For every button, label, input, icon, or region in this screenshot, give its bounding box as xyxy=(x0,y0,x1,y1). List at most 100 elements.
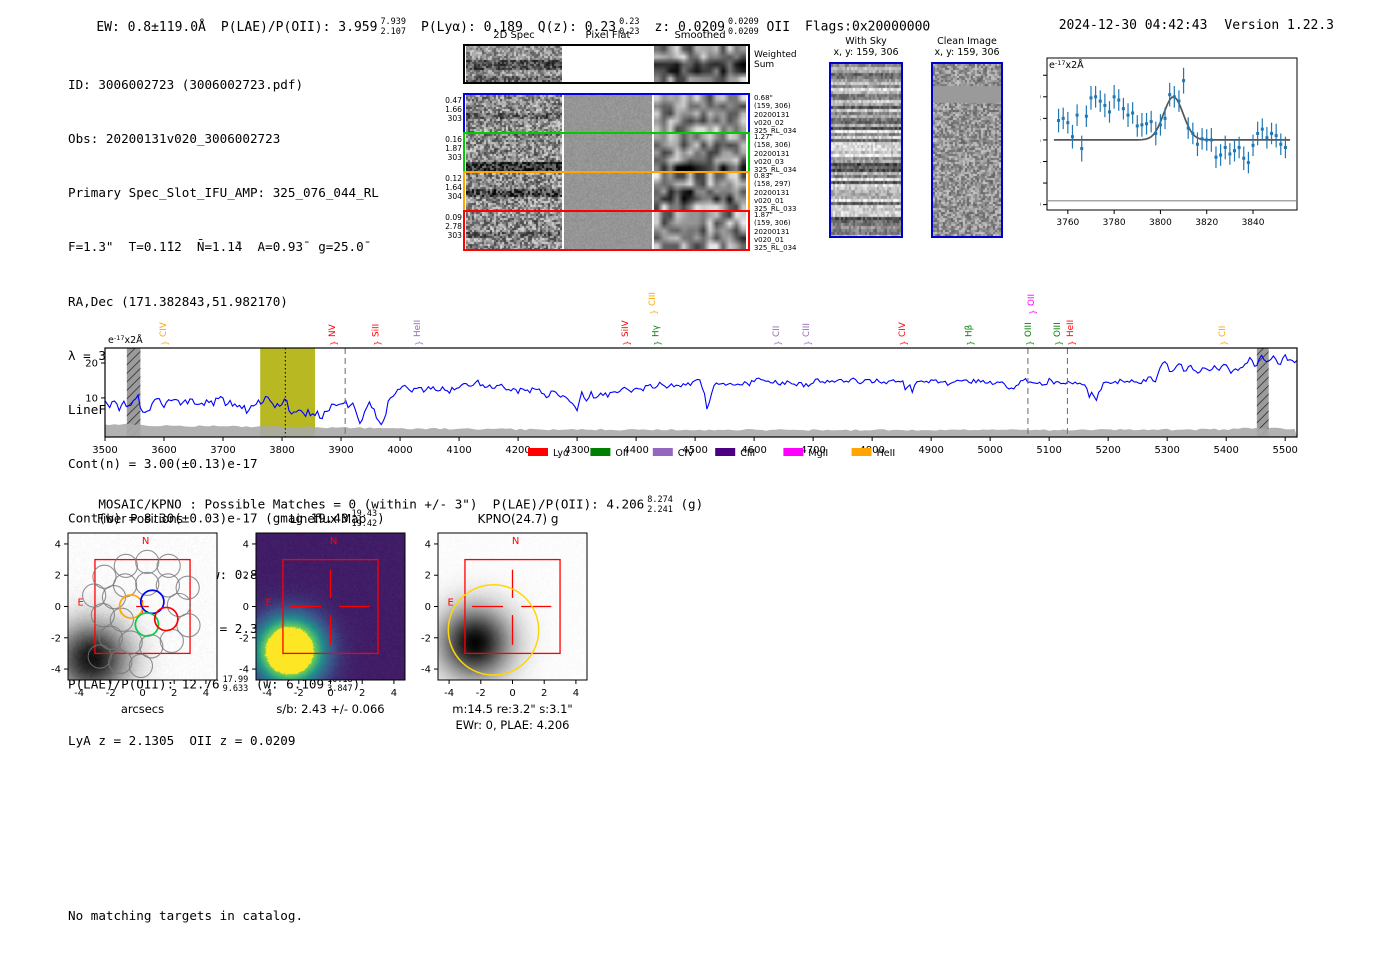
emission-line-label: CII xyxy=(1218,326,1228,337)
inset-data-point xyxy=(1112,95,1116,99)
inset-data-point xyxy=(1242,156,1246,160)
inset-y-tick-label: 12 xyxy=(1040,71,1041,81)
emission-line-brace: { xyxy=(654,340,663,345)
sky-hatch-band-lines xyxy=(126,348,141,437)
cutout-y-tick-label: 2 xyxy=(243,571,249,582)
inset-data-point xyxy=(1145,122,1149,126)
cutout-xlabel: s/b: 2.43 +/- 0.066 xyxy=(276,702,384,716)
emission-line-brace: { xyxy=(804,340,813,345)
cutout-y-tick-label: 2 xyxy=(55,571,61,582)
emission-line-brace: { xyxy=(1026,340,1035,345)
cutout-y-tick-label: 4 xyxy=(55,539,61,550)
plae-uncertainty: 7.939 2.107 xyxy=(380,17,407,37)
inset-data-point xyxy=(1182,79,1186,83)
emission-line-label: CII xyxy=(772,326,782,337)
spectrum-x-tick-label: 5300 xyxy=(1154,445,1179,456)
inset-data-point xyxy=(1108,110,1111,114)
twod-row-pixelflat xyxy=(564,95,652,132)
inset-data-point xyxy=(1200,137,1204,141)
twod-row-smoothed xyxy=(654,173,746,210)
legend-swatch xyxy=(590,448,611,456)
footer-line-1: No matching targets in catalog. xyxy=(68,908,304,923)
inset-data-point xyxy=(1168,93,1172,97)
emission-line-label: HeII xyxy=(1066,320,1076,337)
cutout-xlabel-2: EWr: 0, PLAE: 4.206 xyxy=(456,718,570,732)
inset-data-point xyxy=(1186,126,1190,130)
info-obs: Obs: 20200131v020_3006002723 xyxy=(68,131,281,147)
inset-data-point xyxy=(1279,142,1283,146)
twod-row-left-labels: 0.09 2.78 303 xyxy=(445,213,462,240)
cutout-xlabel: m:14.5 re:3.2" s:3.1" xyxy=(452,702,572,716)
fiber-circle xyxy=(166,592,192,618)
elixer-report-page: EW: 0.8±119.0Å P(LAE)/P(OII): 3.959 7.939 2… xyxy=(0,0,1400,953)
emission-line-label: OII xyxy=(1027,294,1037,306)
cutout-x-tick-label: 2 xyxy=(171,688,177,699)
legend-swatch xyxy=(715,448,736,456)
inset-data-point xyxy=(1214,155,1218,159)
inset-y-tick-label: 2 xyxy=(1040,179,1041,189)
clean-image-panel: Clean Image x, y: 159, 306 xyxy=(929,36,1005,238)
spectrum-x-tick-label: 4000 xyxy=(387,445,412,456)
spectrum-flux-units-label: e-17x2Å xyxy=(108,334,143,346)
report-version: Version 1.22.3 xyxy=(1224,18,1334,33)
inset-data-point xyxy=(1117,98,1121,102)
legend-label: Lyα xyxy=(553,448,569,459)
report-datetime: 2024-12-30 04:42:43 xyxy=(1058,18,1208,33)
emission-line-label: NV xyxy=(328,324,338,337)
inset-plot-box xyxy=(1046,57,1298,211)
inset-data-point xyxy=(1066,121,1070,125)
cutout-y-tick-label: -2 xyxy=(239,633,249,644)
header-flags: Flags:0x20000000 xyxy=(805,19,931,35)
cutout-y-tick-label: 0 xyxy=(425,602,431,613)
cutout-overlay: -4 -4 -2 -2 0 0 2 2 4 4 N Em:14.5 re:3.2" s:3.1" EWr… xyxy=(421,532,588,732)
legend-swatch xyxy=(652,448,673,456)
fiber-positions-panel: Fiber Positions -4 -4 -2 -2 0 0 2 2 4 4 N Earcsecs xyxy=(40,512,240,727)
inset-data-point xyxy=(1103,103,1107,107)
cutout-box xyxy=(255,532,406,681)
emission-line-label: Hβ xyxy=(964,325,974,337)
detection-band xyxy=(260,348,316,437)
inset-data-point xyxy=(1237,145,1241,149)
emission-line-label: SiIV xyxy=(621,320,631,337)
info-primary-spec: Primary Spec_Slot_IFU_AMP: 325_076_044_R… xyxy=(68,185,379,201)
cutout-y-tick-label: -2 xyxy=(421,633,431,644)
spectrum-x-tick-label: 5500 xyxy=(1272,445,1297,456)
inset-data-point xyxy=(1191,131,1195,135)
cutout-x-tick-label: -2 xyxy=(294,688,304,699)
info-id: ID: 3006002723 (3006002723.pdf) xyxy=(68,77,304,92)
lineflux-map-panel: Lineflux Map -4 -4 -2 -2 0 0 2 2 4 4 N Es/b: 2.43 +/… xyxy=(228,512,428,727)
spectrum-x-tick-label: 5400 xyxy=(1213,445,1238,456)
north-label: N xyxy=(512,536,519,547)
east-label: E xyxy=(266,598,272,609)
cutout-x-tick-label: 2 xyxy=(541,688,547,699)
legend-swatch xyxy=(851,448,872,456)
emission-line-brace: { xyxy=(1029,309,1038,314)
fiber-circle xyxy=(135,549,160,575)
inset-data-point xyxy=(1126,113,1130,117)
legend-label: CIII xyxy=(740,448,755,459)
selected-fiber-circle xyxy=(153,606,179,632)
cutout-y-tick-label: 0 xyxy=(55,602,61,613)
inset-data-point xyxy=(1140,123,1144,127)
spectrum-x-tick-label: 5100 xyxy=(1036,445,1061,456)
twod-row-right-labels: 0.83" (158, 297) 20200131 v020_01 325_RL_033 xyxy=(754,172,797,214)
inset-data-point xyxy=(1219,153,1223,157)
inset-data-point xyxy=(1274,134,1278,138)
cutout-box xyxy=(437,532,588,681)
cutout-x-tick-label: -4 xyxy=(74,688,84,699)
cutout-overlay: -4-4-2-2002244 NEarcsecs xyxy=(51,532,218,716)
inset-data-point xyxy=(1080,147,1084,151)
cutout-y-tick-label: 2 xyxy=(425,571,431,582)
inset-data-point xyxy=(1233,149,1236,153)
legend-swatch xyxy=(528,448,548,456)
inset-y-tick-label: 10 xyxy=(1040,93,1041,103)
emission-line-label: CIV xyxy=(898,322,908,337)
inset-data-point xyxy=(1256,131,1260,135)
with-sky-title: With Sky x, y: 159, 306 xyxy=(833,36,899,58)
emission-line-label: Hγ xyxy=(652,325,662,337)
emission-line-brace: { xyxy=(900,340,909,345)
inset-data-point xyxy=(1265,136,1269,140)
emission-line-brace: { xyxy=(373,340,382,345)
emission-line-brace: { xyxy=(623,340,632,345)
inset-data-point xyxy=(1135,124,1139,128)
